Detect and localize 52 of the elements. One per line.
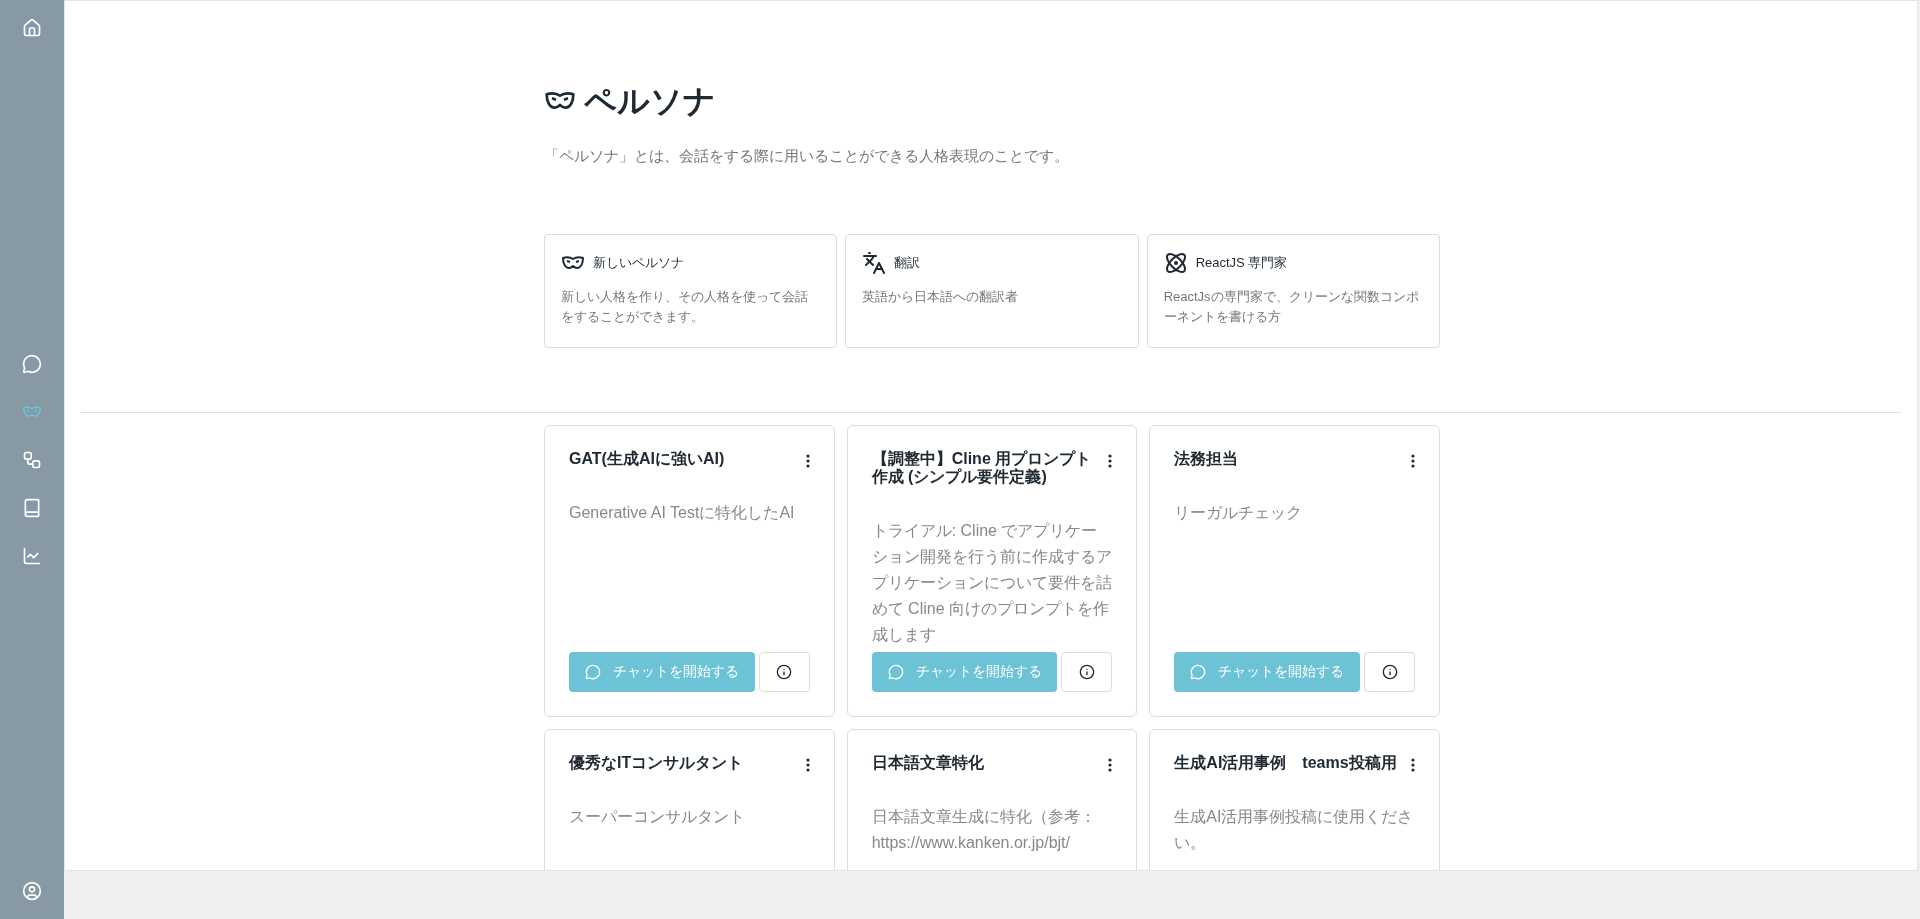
persona-description: Generative AI Testに特化したAI bbox=[569, 502, 796, 523]
home-icon bbox=[22, 18, 42, 38]
book-icon bbox=[22, 497, 42, 518]
template-title: 新しいペルソナ bbox=[593, 253, 684, 272]
info-button[interactable] bbox=[1061, 651, 1113, 692]
persona-title: 生成AI活用事例 teams投稿用 bbox=[1174, 753, 1398, 772]
template-title: 翻訳 bbox=[894, 253, 921, 272]
persona-title: 優秀なITコンサルタント bbox=[569, 753, 745, 772]
atom-icon bbox=[1163, 250, 1188, 275]
workflow-icon bbox=[22, 449, 42, 470]
page-description: 「ペルソナ」とは、会話をする際に用いることができる人格表現のことです。 bbox=[544, 146, 1070, 166]
persona-title: 日本語文章特化 bbox=[871, 753, 985, 772]
chat-bubble-icon bbox=[584, 663, 601, 680]
more-vertical-icon bbox=[1411, 453, 1415, 468]
more-vertical-icon bbox=[1411, 757, 1415, 772]
template-card[interactable]: ReactJS 専門家 ReactJsの専門家で、クリーンな関数コンポーネントを書ける方 bbox=[1146, 233, 1440, 348]
more-options-button[interactable] bbox=[1411, 453, 1415, 468]
info-button[interactable] bbox=[758, 651, 810, 692]
info-icon bbox=[776, 663, 793, 680]
more-vertical-icon bbox=[805, 757, 810, 772]
page-title: ペルソナ bbox=[584, 82, 716, 121]
user-icon bbox=[22, 881, 42, 901]
template-description: ReactJsの専門家で、クリーンな関数コンポーネントを書ける方 bbox=[1163, 287, 1420, 326]
chat-bubble-icon bbox=[22, 353, 42, 374]
persona-title: GAT(生成AIに強いAI) bbox=[569, 449, 726, 468]
persona-description: スーパーコンサルタント bbox=[569, 806, 746, 827]
more-options-button[interactable] bbox=[1108, 453, 1113, 468]
template-description: 英語から日本語への翻訳者 bbox=[862, 287, 1020, 306]
more-vertical-icon bbox=[1108, 453, 1113, 468]
more-options-button[interactable] bbox=[805, 757, 810, 772]
persona-title: 法務担当 bbox=[1174, 449, 1240, 468]
more-options-button[interactable] bbox=[1411, 757, 1415, 772]
persona-description: 生成AI活用事例投稿に使用ください。 bbox=[1174, 806, 1415, 853]
persona-description: 日本語文章生成に特化（参考：https://www.kanken.or.jp/bjt/ bbox=[871, 806, 1097, 853]
persona-description: トライアル: Cline でアプリケーション開発を行う前に作成するアプリケーションについて要件を詰めて Cline 向けのプロンプトを作成します bbox=[871, 520, 1113, 645]
info-icon bbox=[1381, 663, 1398, 680]
persona-description: リーガルチェック bbox=[1174, 502, 1304, 523]
template-description: 新しい人格を作り、その人格を使って会話をすることができます。 bbox=[561, 287, 809, 326]
chat-bubble-icon bbox=[1190, 663, 1207, 680]
translate-icon bbox=[862, 250, 887, 275]
chat-bubble-icon bbox=[887, 663, 904, 680]
info-icon bbox=[1078, 663, 1095, 680]
template-title: ReactJS 専門家 bbox=[1195, 253, 1288, 272]
more-options-button[interactable] bbox=[805, 453, 810, 468]
template-card[interactable]: 新しいペルソナ 新しい人格を作り、その人格を使って会話をすることができます。 bbox=[544, 233, 838, 348]
more-vertical-icon bbox=[1108, 757, 1113, 772]
more-vertical-icon bbox=[805, 453, 810, 468]
more-options-button[interactable] bbox=[1108, 757, 1113, 772]
line-chart-icon bbox=[22, 545, 42, 566]
info-button[interactable] bbox=[1364, 651, 1415, 692]
template-card[interactable]: 翻訳 英語から日本語への翻訳者 bbox=[845, 233, 1139, 348]
persona-title: 【調整中】Cline 用プロンプト作成 (シンプル要件定義) bbox=[871, 449, 1093, 486]
